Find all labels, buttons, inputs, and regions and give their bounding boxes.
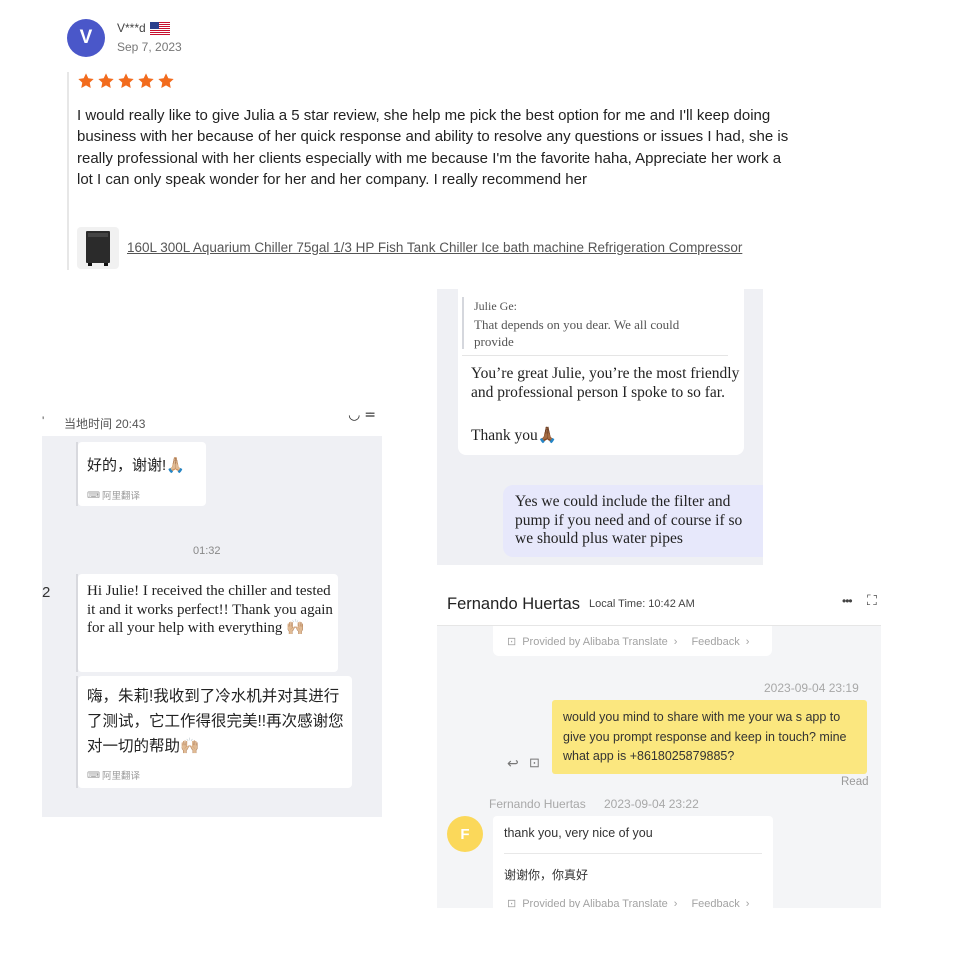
quote-divider — [462, 355, 728, 356]
translate-provider-row: ⊡ Provided by Alibaba Translate › Feedba… — [507, 897, 750, 909]
quote-text: That depends on you dear. We all could p… — [474, 317, 680, 349]
chevron-right-icon: › — [745, 635, 750, 648]
sender-avatar[interactable]: F — [447, 816, 483, 852]
reply-text: You’re great Julie, you’re the most frie… — [471, 365, 740, 401]
reviewer-name-row: V***d — [117, 21, 170, 35]
review-divider — [67, 72, 69, 270]
outgoing-text: would you mind to share with me your wa … — [563, 710, 847, 763]
star-rating — [77, 72, 175, 90]
reply-thanks: Thank you🙏🏾 — [471, 427, 558, 444]
incoming-timestamp: 2023-09-04 23:22 — [604, 797, 699, 811]
chevron-right-icon: › — [673, 635, 678, 648]
review-text: I would really like to give Julia a 5 st… — [77, 107, 789, 189]
chiller-image-icon — [86, 231, 110, 266]
translation-divider — [504, 853, 762, 854]
side-number: 2 — [42, 584, 51, 601]
header-status-icons: ◡ ≗ — [348, 412, 376, 422]
translate-icon: ⊡ — [507, 898, 517, 908]
translate-icon: ⌨ — [87, 489, 100, 500]
incoming-text: thank you, very nice of you — [504, 826, 653, 840]
chevron-right-icon: › — [673, 897, 678, 909]
translate-tag[interactable]: ⌨ 阿里翻译 — [87, 488, 140, 503]
reviewer-name: V***d — [117, 21, 146, 35]
product-link[interactable]: 160L 300L Aquarium Chiller 75gal 1/3 HP … — [127, 240, 742, 255]
expand-icon[interactable]: ⛶ — [867, 592, 877, 609]
us-flag-icon — [149, 21, 170, 35]
star-icon — [118, 73, 134, 88]
chat-left-edge-mark: ' — [42, 414, 45, 428]
star-icon — [78, 73, 94, 88]
outgoing-text: Yes we could include the filter and pump… — [515, 493, 743, 547]
message-text: 好的，谢谢!🙏🏼 — [87, 457, 185, 474]
translate-icon: ⌨ — [87, 769, 100, 780]
incoming-translation: 谢谢你，你真好 — [504, 868, 589, 882]
incoming-sender: Fernando Huertas — [489, 797, 586, 811]
local-time-label: 当地时间 20:43 — [64, 417, 146, 431]
review-date: Sep 7, 2023 — [117, 40, 182, 54]
translate-icon: ⊡ — [507, 636, 517, 648]
translation-text: 嗨，朱莉!我收到了冷水机并对其进行了测试，它工作得很完美!!再次感谢您对一切的帮… — [87, 688, 344, 755]
quote-author: Julie Ge: — [474, 299, 517, 313]
chat-bottom-right-screenshot: Fernando Huertas Local Time: 10:42 AM ••… — [437, 585, 881, 908]
local-time: Local Time: 10:42 AM — [589, 598, 695, 610]
reviewer-avatar: V — [67, 19, 105, 57]
translate-tag[interactable]: ⌨ 阿里翻译 — [87, 768, 140, 783]
read-status: Read — [841, 776, 869, 788]
translate-icon[interactable]: ⊡ — [529, 755, 540, 771]
star-icon — [158, 73, 174, 88]
quote-bar — [462, 297, 464, 349]
message-text: Hi Julie! I received the chiller and tes… — [87, 583, 333, 636]
chevron-right-icon: › — [745, 897, 750, 909]
chat-timestamp: 01:32 — [193, 545, 221, 557]
outgoing-timestamp: 2023-09-04 23:19 — [764, 681, 859, 695]
chat-top-right-screenshot: Julie Ge: That depends on you dear. We a… — [437, 289, 763, 565]
reply-icon[interactable]: ↩ — [507, 755, 519, 772]
more-options-icon[interactable]: ••• — [842, 594, 853, 608]
star-icon — [98, 73, 114, 88]
star-icon — [138, 73, 154, 88]
product-thumbnail[interactable] — [77, 227, 119, 269]
translate-provider-row: ⊡ Provided by Alibaba Translate › Feedba… — [507, 635, 750, 649]
contact-name: Fernando Huertas — [447, 595, 580, 613]
chat-left-screenshot: ' 当地时间 20:43 ◡ ≗ 好的，谢谢!🙏🏼 ⌨ 阿里翻译 01:32 2… — [42, 412, 382, 817]
